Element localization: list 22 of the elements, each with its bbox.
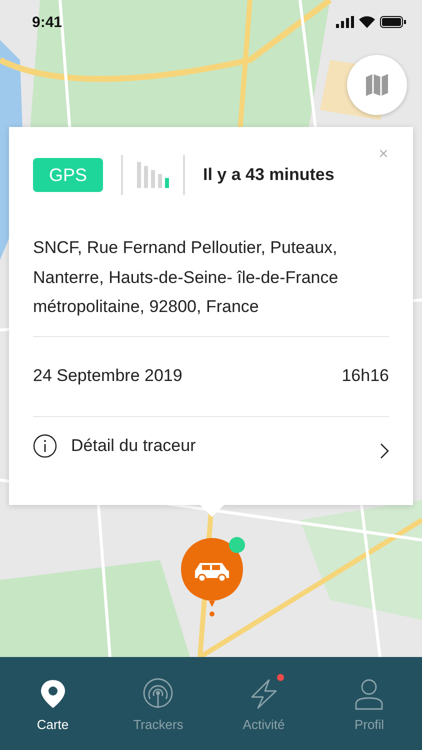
close-icon [380, 150, 387, 157]
wifi-icon [359, 16, 375, 28]
close-button[interactable] [380, 147, 387, 159]
tab-item[interactable]: Trackers [106, 657, 211, 750]
battery-icon [380, 16, 406, 28]
tab-item[interactable]: Profil [316, 657, 422, 750]
map-icon [364, 72, 390, 98]
status-time: 9:41 [32, 14, 62, 30]
antenna-icon [141, 677, 176, 711]
tab-item[interactable]: Carte [0, 657, 106, 750]
tracker-detail-link[interactable]: Détail du traceur [33, 416, 389, 474]
address-text: SNCF, Rue Fernand Pelloutier, Puteaux, Nanterre, Hauts-de-Seine- île-de-France métropolitaine, 92800, France [33, 237, 340, 318]
signal-bars-icon [137, 162, 171, 188]
signal-icon [336, 16, 354, 28]
time-text: 16h16 [342, 366, 389, 386]
info-icon [33, 434, 57, 458]
chevron-icon [380, 442, 389, 458]
last-seen-text: Il y a 43 minutes [203, 165, 334, 185]
car-marker-icon [181, 537, 247, 617]
tab-item[interactable]: Activité [211, 657, 316, 750]
date-text: 24 Septembre 2019 [33, 366, 182, 386]
gps-badge: GPS [33, 158, 103, 192]
